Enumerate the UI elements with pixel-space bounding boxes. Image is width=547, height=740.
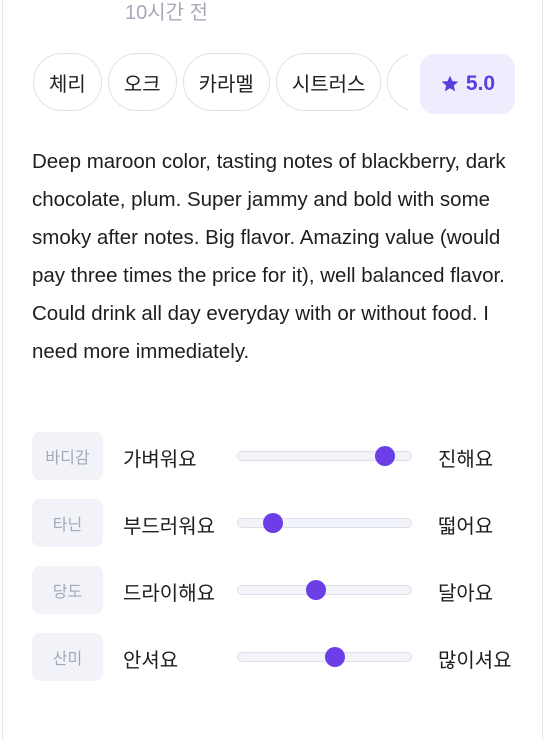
review-time: 10시간 전 <box>125 2 209 24</box>
scale-min-label: 드라이해요 <box>123 583 215 605</box>
slider-thumb <box>324 647 345 667</box>
characteristic-slider <box>237 647 412 667</box>
tag-caramel[interactable]: 카라멜 <box>182 53 270 111</box>
characteristic-body: 바디감 가벼워요 진해요 <box>32 432 522 499</box>
taste-characteristics: 바디감 가벼워요 진해요 타닌 부드러워요 떫어요 당도 드라이해요 달아요 산… <box>32 432 522 700</box>
rating-badge: 5.0 <box>420 54 515 114</box>
scale-min-label: 가벼워요 <box>123 449 197 471</box>
slider-thumb <box>375 446 396 466</box>
characteristic-sweetness: 당도 드라이해요 달아요 <box>32 566 522 633</box>
characteristic-name: 당도 <box>32 566 103 614</box>
characteristic-name: 타닌 <box>32 499 103 547</box>
characteristic-name: 산미 <box>32 633 103 681</box>
scale-min-label: 부드러워요 <box>123 516 215 538</box>
tag-oak[interactable]: 오크 <box>107 53 177 111</box>
star-icon <box>441 75 459 92</box>
review-text: Deep maroon color, tasting notes of blac… <box>32 150 506 363</box>
scale-min-label: 안셔요 <box>123 650 179 672</box>
characteristic-tannin: 타닌 부드러워요 떫어요 <box>32 499 522 566</box>
characteristic-slider <box>237 513 412 533</box>
slider-thumb <box>305 580 326 600</box>
characteristic-acidity: 산미 안셔요 많이셔요 <box>32 633 522 700</box>
scale-max-label: 달아요 <box>438 583 494 605</box>
slider-thumb <box>262 513 283 533</box>
rating-value: 5.0 <box>465 72 496 95</box>
characteristic-slider <box>237 580 412 600</box>
tag-citrus[interactable]: 시트러스 <box>275 53 382 111</box>
scale-max-label: 많이셔요 <box>438 650 512 672</box>
characteristic-name: 바디감 <box>32 432 103 480</box>
tag-cherry[interactable]: 체리 <box>33 53 102 111</box>
scale-max-label: 떫어요 <box>438 516 494 538</box>
tag-more[interactable] <box>387 53 408 111</box>
scale-max-label: 진해요 <box>438 449 494 471</box>
characteristic-slider <box>237 446 412 466</box>
flavor-tags: 체리 오크 카라멜 시트러스 <box>33 52 408 112</box>
